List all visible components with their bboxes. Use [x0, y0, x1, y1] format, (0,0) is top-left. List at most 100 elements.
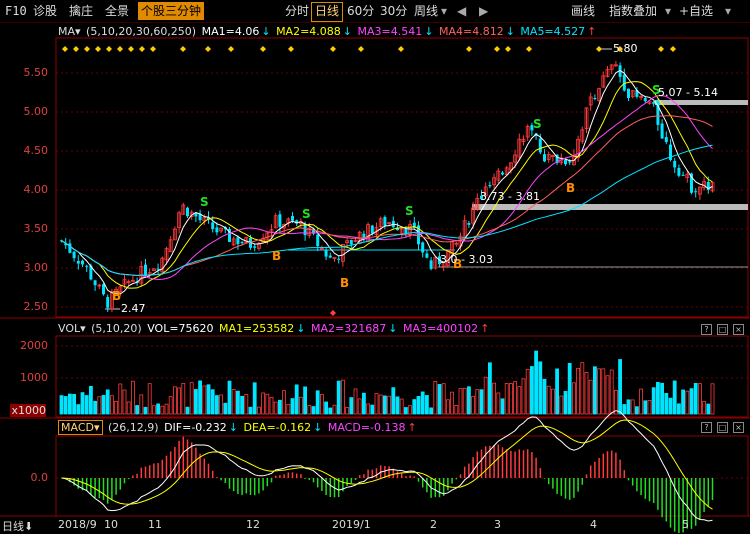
volume-bar: [378, 394, 383, 415]
diamond-marker: [658, 46, 664, 52]
volume-bar: [202, 385, 207, 415]
price-tick: 4.50: [23, 144, 49, 157]
panel-settings-icon[interactable]: ?: [701, 324, 712, 335]
dea-value: DEA=-0.162: [243, 421, 312, 434]
volume-bar: [458, 388, 463, 415]
high-label: 5.80: [613, 42, 638, 55]
volume-bar: [282, 390, 287, 415]
volume-bar: [500, 398, 505, 415]
volume-bar: [122, 389, 127, 415]
bottom-period[interactable]: 日线⬇: [2, 518, 33, 534]
candle-body-down: [664, 137, 668, 143]
date-tick: 5: [682, 518, 689, 531]
volume-bar: [315, 390, 320, 415]
volume-bar: [248, 406, 253, 415]
volume-bar: [656, 381, 660, 415]
vol-ma2: MA2=321687: [311, 322, 387, 335]
vol-selector[interactable]: VOL▾: [58, 322, 86, 335]
volume-bar: [227, 380, 232, 415]
diamond-marker: [596, 46, 602, 52]
volume-bar: [68, 393, 72, 415]
volume-bar: [416, 396, 421, 415]
ma3-value: MA3=4.541: [357, 25, 423, 38]
diamond-marker: [526, 46, 532, 52]
panel-close-icon[interactable]: ×: [733, 324, 744, 335]
macd-params: (26,12,9): [108, 421, 159, 434]
volume-bar: [597, 368, 601, 415]
ma3-line: [61, 95, 713, 281]
ma-selector[interactable]: MA▾: [58, 25, 81, 38]
candle-body-down: [85, 265, 89, 267]
volume-bar: [223, 402, 228, 415]
volume-bar: [559, 395, 564, 415]
volume-bar: [198, 380, 203, 415]
volume-bar: [391, 387, 396, 415]
candle-body-down: [93, 280, 97, 286]
volume-bar: [177, 387, 182, 415]
volume-bar: [551, 388, 555, 415]
volume-bar: [303, 386, 308, 415]
signals: BBBBBSS SSS: [62, 46, 676, 316]
volume-bar: [290, 398, 295, 415]
candle-body-down: [291, 216, 294, 221]
volume-bar: [72, 393, 76, 415]
candle-body-down: [236, 237, 240, 245]
candle-body-down: [627, 88, 630, 99]
volume-bar: [698, 383, 702, 415]
volume-bar: [546, 385, 551, 415]
volume-bar: [147, 383, 152, 415]
ma2-line: [61, 81, 713, 289]
volume-bar: [647, 399, 652, 415]
volume-bar: [110, 395, 114, 415]
macd-settings-icon[interactable]: ?: [701, 422, 712, 433]
volume-bar: [504, 383, 509, 415]
diamond-marker: [62, 46, 68, 52]
buy-signal: B: [272, 249, 281, 263]
candle-body-down: [568, 161, 572, 163]
volume-bar: [80, 392, 85, 415]
volume-bar: [445, 399, 450, 415]
date-tick: 10: [104, 518, 118, 531]
candle-body-down: [488, 185, 492, 187]
volume-bar: [475, 389, 480, 415]
candle-body-down: [383, 216, 387, 226]
volume-bar: [101, 394, 106, 415]
candle-body-down: [215, 227, 219, 233]
date-tick: 11: [148, 518, 162, 531]
volume-bar: [635, 406, 639, 415]
candle-body-down: [425, 253, 429, 258]
panel-maximize-icon[interactable]: □: [717, 324, 728, 335]
date-tick: 3: [494, 518, 501, 531]
sell-signal: S: [533, 117, 542, 131]
vol-params: (5,10,20): [91, 322, 142, 335]
macd-selector[interactable]: MACD▾: [58, 420, 103, 435]
volume-bar: [508, 383, 513, 415]
volume-bar: [689, 388, 694, 415]
volume-bar: [538, 361, 543, 415]
volume-bar: [450, 391, 455, 415]
candle-body-down: [543, 154, 546, 162]
macd-legend: MACD▾ (26,12,9) DIF=-0.232 ↓ DEA=-0.162 ↓ …: [58, 420, 419, 436]
diamond-marker: [73, 46, 79, 52]
macd-close-icon[interactable]: ×: [733, 422, 744, 433]
vol-ma3: MA3=400102: [402, 322, 479, 335]
macd-maximize-icon[interactable]: □: [717, 422, 728, 433]
volume-bar: [626, 399, 631, 415]
price-tick: 3.00: [23, 261, 49, 274]
volume-bar: [63, 396, 68, 415]
volume-bar: [185, 406, 190, 415]
volume-bar: [156, 403, 161, 415]
candle-body-down: [349, 239, 353, 245]
candle-body-down: [81, 260, 84, 265]
candle-body-down: [467, 223, 471, 225]
volume-bar: [710, 383, 715, 415]
volume-bar: [399, 398, 404, 415]
candle-body-down: [681, 174, 685, 176]
volume-bar: [471, 395, 476, 415]
volume-bar: [332, 404, 337, 415]
volume-bar: [235, 390, 240, 415]
diamond-marker: [494, 46, 500, 52]
volume-bar: [181, 382, 186, 415]
volume-bar: [256, 406, 261, 415]
volume-bar: [408, 405, 413, 415]
